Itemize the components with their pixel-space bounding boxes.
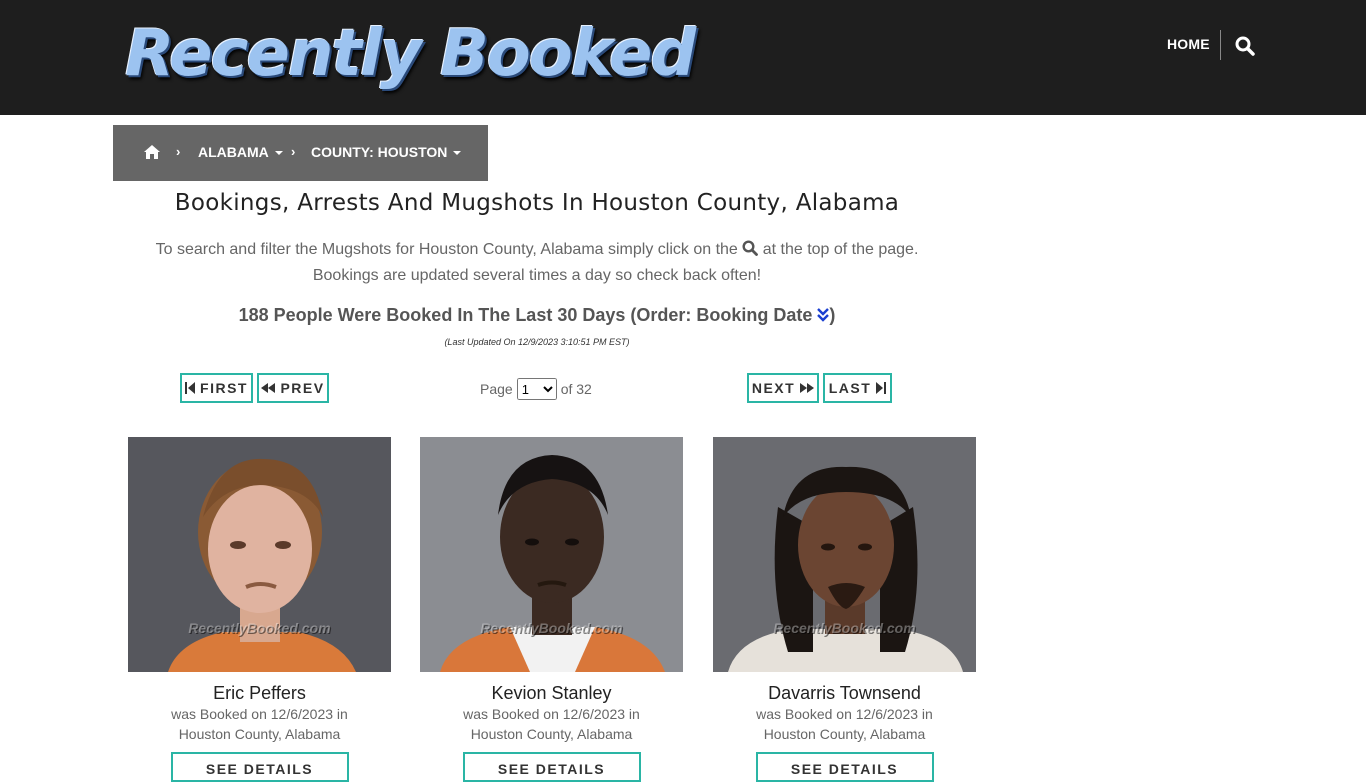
double-chevron-down-icon[interactable]: [817, 308, 830, 322]
page-selector: Page 1 of 32: [480, 378, 592, 400]
chevron-right-icon: ›: [176, 144, 181, 159]
mugshot-image[interactable]: RecentlyBooked.com: [420, 437, 683, 672]
last-page-button[interactable]: LAST: [823, 373, 892, 403]
see-details-button[interactable]: SEE DETAILS: [462, 752, 641, 782]
intro-text-line2: Bookings are updated several times a day…: [312, 267, 762, 284]
intro-text-after: at the top of the page.: [762, 241, 919, 258]
breadcrumb: › ALABAMA › COUNTY: HOUSTON: [113, 125, 488, 181]
page-title: Bookings, Arrests And Mugshots In Housto…: [174, 190, 900, 216]
nav-home-link[interactable]: HOME: [1167, 36, 1210, 52]
page-label: Page: [480, 381, 513, 397]
booking-card[interactable]: RecentlyBooked.com Kevion Stanley was Bo…: [420, 437, 683, 782]
backward-icon: [261, 383, 276, 393]
site-logo[interactable]: Recently Booked: [125, 14, 696, 94]
prev-page-label: PREV: [280, 380, 325, 396]
last-page-label: LAST: [828, 380, 872, 396]
see-details-button[interactable]: SEE DETAILS: [755, 752, 934, 782]
home-icon[interactable]: [143, 144, 161, 160]
mugshot-watermark: RecentlyBooked.com: [773, 620, 916, 636]
mugshot-image[interactable]: RecentlyBooked.com: [713, 437, 976, 672]
booking-date-text: was Booked on 12/6/2023 in: [171, 706, 348, 722]
person-name[interactable]: Davarris Townsend: [713, 682, 976, 704]
chevron-right-icon: ›: [291, 144, 296, 159]
nav-divider: [1220, 30, 1221, 60]
last-updated: (Last Updated On 12/9/2023 3:10:51 PM ES…: [444, 337, 630, 347]
first-page-label: FIRST: [200, 380, 248, 396]
person-name[interactable]: Eric Peffers: [128, 682, 391, 704]
site-header: Recently Booked HOME: [0, 0, 1366, 115]
page-select[interactable]: 1: [516, 378, 557, 400]
breadcrumb-state-label: ALABAMA: [198, 144, 269, 160]
breadcrumb-state-dropdown[interactable]: ALABAMA: [198, 144, 283, 160]
booking-location-text: Houston County, Alabama: [470, 726, 633, 742]
intro-text-before: To search and filter the Mugshots for Ho…: [155, 241, 738, 258]
booking-card[interactable]: RecentlyBooked.com Davarris Townsend was…: [713, 437, 976, 782]
step-forward-icon: [876, 382, 887, 394]
mugshot-watermark: RecentlyBooked.com: [480, 620, 623, 636]
search-icon: [742, 240, 759, 256]
breadcrumb-county-dropdown[interactable]: COUNTY: HOUSTON: [311, 144, 462, 160]
next-page-button[interactable]: NEXT: [747, 373, 819, 403]
caret-down-icon: [274, 151, 283, 156]
booking-location-text: Houston County, Alabama: [178, 726, 341, 742]
mugshot-watermark: RecentlyBooked.com: [188, 620, 331, 636]
caret-down-icon: [453, 151, 462, 156]
booking-date-text: was Booked on 12/6/2023 in: [756, 706, 933, 722]
booking-count: 188 People Were Booked In The Last 30 Da…: [113, 305, 961, 326]
breadcrumb-county-label: COUNTY: HOUSTON: [311, 144, 448, 160]
next-page-label: NEXT: [751, 380, 796, 396]
booking-location-text: Houston County, Alabama: [763, 726, 926, 742]
search-icon[interactable]: [1235, 36, 1255, 56]
step-backward-icon: [185, 382, 196, 394]
person-name[interactable]: Kevion Stanley: [420, 682, 683, 704]
booking-count-close: ): [829, 305, 836, 325]
booking-count-label: 188 People Were Booked In The Last 30 Da…: [238, 305, 813, 325]
forward-icon: [800, 383, 815, 393]
prev-page-button[interactable]: PREV: [257, 373, 329, 403]
page-total: of 32: [560, 381, 592, 397]
first-page-button[interactable]: FIRST: [180, 373, 253, 403]
see-details-button[interactable]: SEE DETAILS: [170, 752, 349, 782]
mugshot-image[interactable]: RecentlyBooked.com: [128, 437, 391, 672]
booking-date-text: was Booked on 12/6/2023 in: [463, 706, 640, 722]
intro-text: To search and filter the Mugshots for Ho…: [113, 237, 961, 289]
booking-card[interactable]: RecentlyBooked.com Eric Peffers was Book…: [128, 437, 391, 782]
